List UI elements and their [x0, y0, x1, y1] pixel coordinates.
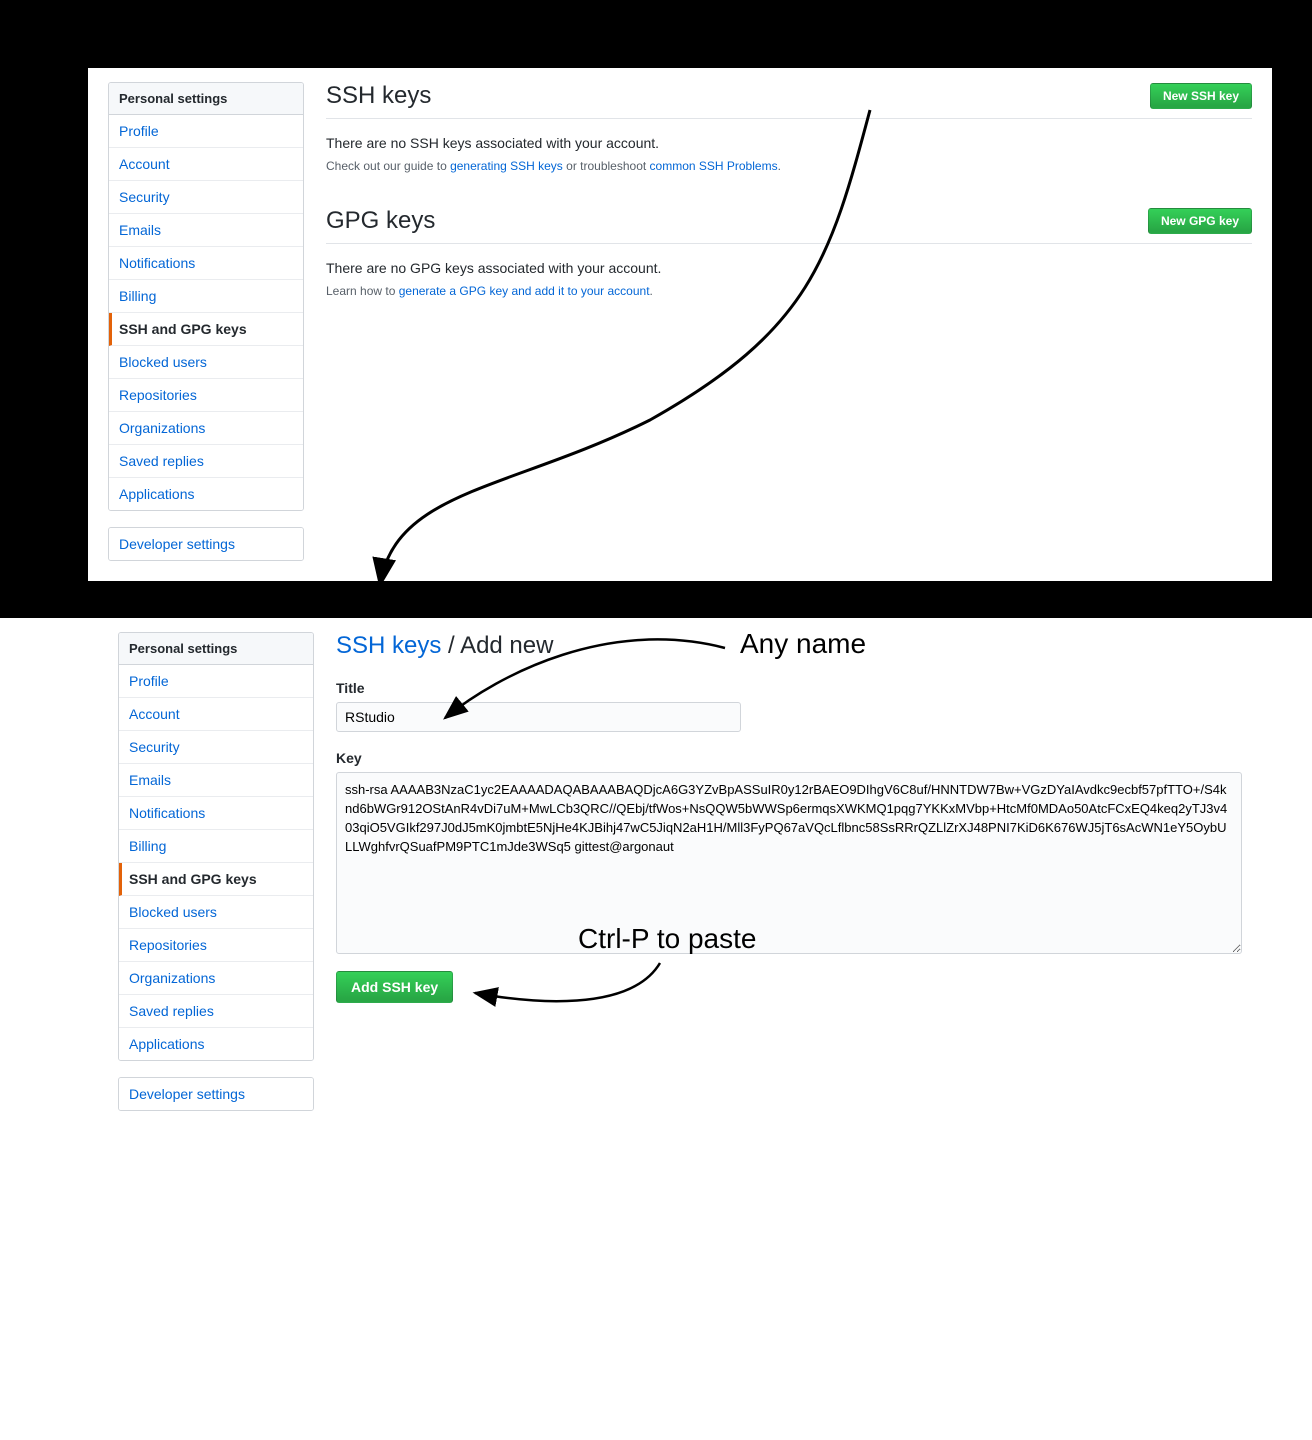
sidebar-item-account-b[interactable]: Account — [119, 698, 313, 731]
sidebar-item-blocked-users[interactable]: Blocked users — [109, 346, 303, 379]
generating-ssh-keys-link[interactable]: generating SSH keys — [450, 159, 563, 173]
developer-menu: Developer settings — [108, 527, 304, 561]
sidebar-item-profile-b[interactable]: Profile — [119, 665, 313, 698]
gpg-empty-text: There are no GPG keys associated with yo… — [326, 260, 1252, 276]
sidebar: Personal settings Profile Account Securi… — [108, 82, 304, 561]
sidebar-item-profile[interactable]: Profile — [109, 115, 303, 148]
sidebar-item-security-b[interactable]: Security — [119, 731, 313, 764]
main-content-top: SSH keys New SSH key There are no SSH ke… — [326, 82, 1252, 561]
sidebar-item-emails[interactable]: Emails — [109, 214, 303, 247]
sidebar-item-organizations[interactable]: Organizations — [109, 412, 303, 445]
title-input[interactable] — [336, 702, 741, 732]
breadcrumb-ssh-keys-link[interactable]: SSH keys — [336, 632, 441, 659]
sidebar-bottom: Personal settings Profile Account Securi… — [118, 632, 314, 1111]
settings-menu: Personal settings Profile Account Securi… — [108, 82, 304, 511]
sidebar-item-applications[interactable]: Applications — [109, 478, 303, 510]
new-gpg-key-button[interactable]: New GPG key — [1148, 208, 1252, 234]
sidebar-item-notifications[interactable]: Notifications — [109, 247, 303, 280]
key-textarea[interactable] — [336, 772, 1242, 954]
sidebar-item-ssh-gpg-keys-b[interactable]: SSH and GPG keys — [119, 863, 313, 896]
menu-header-bottom: Personal settings — [119, 633, 313, 665]
sidebar-item-repositories[interactable]: Repositories — [109, 379, 303, 412]
sidebar-item-repositories-b[interactable]: Repositories — [119, 929, 313, 962]
sidebar-item-saved-replies[interactable]: Saved replies — [109, 445, 303, 478]
developer-menu-bottom: Developer settings — [118, 1077, 314, 1111]
gpg-help-text: Learn how to generate a GPG key and add … — [326, 284, 1252, 298]
sidebar-item-emails-b[interactable]: Emails — [119, 764, 313, 797]
sidebar-item-saved-replies-b[interactable]: Saved replies — [119, 995, 313, 1028]
settings-menu-bottom: Personal settings Profile Account Securi… — [118, 632, 314, 1061]
sidebar-item-ssh-gpg-keys[interactable]: SSH and GPG keys — [109, 313, 303, 346]
ssh-empty-text: There are no SSH keys associated with yo… — [326, 135, 1252, 151]
breadcrumb-current: Add new — [460, 632, 553, 659]
common-ssh-problems-link[interactable]: common SSH Problems — [650, 159, 778, 173]
sidebar-item-organizations-b[interactable]: Organizations — [119, 962, 313, 995]
ssh-help-text: Check out our guide to generating SSH ke… — [326, 159, 1252, 173]
breadcrumb: SSH keys / Add new — [336, 632, 1242, 660]
new-ssh-key-button[interactable]: New SSH key — [1150, 83, 1252, 109]
title-label: Title — [336, 680, 1242, 696]
generate-gpg-key-link[interactable]: generate a GPG key and add it to your ac… — [399, 284, 650, 298]
sidebar-item-developer-settings-b[interactable]: Developer settings — [119, 1078, 313, 1110]
menu-header: Personal settings — [109, 83, 303, 115]
sidebar-item-developer-settings[interactable]: Developer settings — [109, 528, 303, 560]
sidebar-item-billing[interactable]: Billing — [109, 280, 303, 313]
gpg-keys-heading: GPG keys — [326, 207, 435, 235]
sidebar-item-applications-b[interactable]: Applications — [119, 1028, 313, 1060]
ssh-keys-heading: SSH keys — [326, 82, 431, 110]
sidebar-item-security[interactable]: Security — [109, 181, 303, 214]
sidebar-item-blocked-users-b[interactable]: Blocked users — [119, 896, 313, 929]
sidebar-item-notifications-b[interactable]: Notifications — [119, 797, 313, 830]
sidebar-item-account[interactable]: Account — [109, 148, 303, 181]
main-content-bottom: SSH keys / Add new Title Key Add SSH key — [336, 632, 1242, 1111]
sidebar-item-billing-b[interactable]: Billing — [119, 830, 313, 863]
add-ssh-key-button[interactable]: Add SSH key — [336, 971, 453, 1003]
key-label: Key — [336, 750, 1242, 766]
